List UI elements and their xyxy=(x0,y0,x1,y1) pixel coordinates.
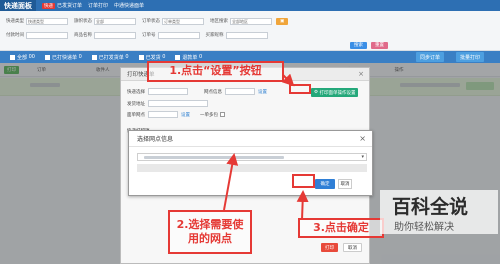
tab-printed-delivery[interactable]: 已打发货单 0 xyxy=(91,54,129,61)
close-icon[interactable]: × xyxy=(358,70,364,78)
waybill-set-link[interactable]: 设置 xyxy=(181,112,190,118)
top-tab-2[interactable]: 订单打印 xyxy=(88,2,108,9)
tab-all[interactable]: 全部 00 xyxy=(10,54,35,61)
tab-checkbox[interactable] xyxy=(175,54,181,60)
tab-checkbox[interactable] xyxy=(138,54,144,60)
express-select-row: 快递选择 网点信息 设置 xyxy=(127,88,267,95)
express-select[interactable] xyxy=(148,88,188,95)
filter-option-button[interactable]: ▣ xyxy=(276,17,289,25)
tab-checkbox[interactable] xyxy=(44,54,50,60)
highlight-set-link xyxy=(289,84,311,94)
print-setting-button[interactable]: ⚙ 打印面单操作设置 xyxy=(311,88,359,97)
tab-printed-express[interactable]: 已打快递单 0 xyxy=(44,54,82,61)
sync-orders-button[interactable]: 同步订单 xyxy=(416,52,445,62)
close-icon[interactable]: × xyxy=(359,134,366,143)
filter-order-status[interactable]: 订单状态 订单类型 xyxy=(142,17,204,25)
filter-product-name[interactable]: 商品名称 xyxy=(74,31,136,39)
filter-buyer-nick[interactable]: 买家昵称 xyxy=(206,31,268,39)
filter-row-1: 快递类型 快递类型 旗帜状态 全部 订单状态 订单类型 地区搜索 全部地区 ▣ xyxy=(0,15,500,27)
annotation-step2: 2.选择需要使用的网点 xyxy=(168,210,252,254)
batch-print-button[interactable]: 批量打印 xyxy=(456,52,485,62)
network-info-field[interactable] xyxy=(225,88,255,95)
multi-package-label: 一单多包 xyxy=(200,112,218,118)
watermark-title: 百科全说 xyxy=(392,196,469,218)
filter-panel: 快递类型 快递类型 旗帜状态 全部 订单状态 订单类型 地区搜索 全部地区 ▣ 付款时间… xyxy=(0,11,500,51)
blurred-network-value xyxy=(144,156,284,159)
chevron-down-icon: ▾ xyxy=(361,154,364,160)
network-modal-title: 选择网点信息 xyxy=(129,131,372,147)
network-select[interactable]: ▾ xyxy=(137,153,367,161)
watermark-subtitle: 助你轻松解决 xyxy=(394,222,454,233)
filter-order-no[interactable]: 订单号 xyxy=(142,31,200,39)
tab-shipped[interactable]: 已发货 0 xyxy=(138,54,165,61)
watermark: 百科全说 助你轻松解决 xyxy=(380,190,498,234)
filter-pay-time[interactable]: 付款时间 xyxy=(6,31,68,39)
select-network-modal: 选择网点信息 × ▾ 确定 取消 xyxy=(128,130,373,196)
confirm-button[interactable]: 确定 xyxy=(315,179,335,189)
filter-row-3: 搜索 重置 xyxy=(0,39,500,51)
multi-package-checkbox[interactable] xyxy=(220,112,225,117)
annotation-step1: 1.点击“设置”按钮 xyxy=(147,61,284,82)
reset-button[interactable]: 重置 xyxy=(371,41,388,49)
waybill-network-select[interactable] xyxy=(148,111,178,118)
filter-flag-status[interactable]: 旗帜状态 全部 xyxy=(74,17,136,25)
top-tab-3[interactable]: 中通快递面单 xyxy=(114,2,144,9)
search-button[interactable]: 搜索 xyxy=(350,41,367,49)
top-bar: 快递面板 快递 已发货订单 订单打印 中通快递面单 xyxy=(0,0,500,11)
tab-checkbox[interactable] xyxy=(10,54,15,60)
delivery-address-select[interactable] xyxy=(148,100,208,107)
network-detail-strip xyxy=(137,164,367,172)
top-tab-1[interactable]: 快递 已发货订单 xyxy=(42,2,82,9)
delivery-address-row: 发货地址 xyxy=(127,100,208,107)
tab-checkbox[interactable] xyxy=(91,54,97,60)
annotation-step3: 3.点击确定 xyxy=(298,218,384,238)
network-set-link[interactable]: 设置 xyxy=(258,89,267,95)
app-title: 快递面板 xyxy=(0,0,36,11)
waybill-network-row: 面单网点 设置 一单多包 xyxy=(127,111,225,118)
filter-region[interactable]: 地区搜索 全部地区 xyxy=(210,17,272,25)
top-tag: 快递 xyxy=(42,2,55,9)
filter-express-type[interactable]: 快递类型 快递类型 xyxy=(6,17,68,25)
dialog-print-button[interactable]: 打印 xyxy=(321,243,338,252)
tab-refund[interactable]: 退款单 0 xyxy=(175,54,202,61)
highlight-confirm xyxy=(292,174,315,188)
cancel-button[interactable]: 取消 xyxy=(338,179,352,189)
dialog-cancel-button[interactable]: 取消 xyxy=(343,243,362,252)
